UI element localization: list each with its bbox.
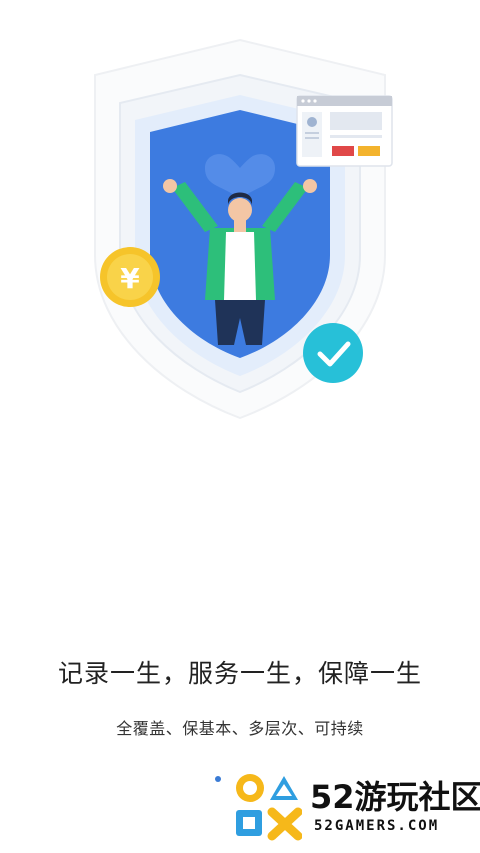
watermark-brand: 52游玩社区	[310, 778, 480, 816]
browser-card-icon	[296, 95, 393, 167]
watermark: 52游玩社区 52GAMERS.COM	[232, 770, 480, 844]
yuan-coin-icon: ¥	[100, 247, 160, 307]
watermark-domain: 52GAMERS.COM	[314, 818, 440, 834]
gamepad-symbols-icon	[236, 774, 302, 841]
hero-illustration: ¥	[94, 38, 393, 420]
pagination-dot[interactable]	[215, 776, 221, 782]
coin-symbol: ¥	[120, 262, 140, 295]
checkmark-icon	[303, 323, 363, 383]
subline: 全覆盖、保基本、多层次、可持续	[116, 719, 364, 738]
tagline: 记录一生，服务一生，保障一生	[57, 659, 422, 688]
